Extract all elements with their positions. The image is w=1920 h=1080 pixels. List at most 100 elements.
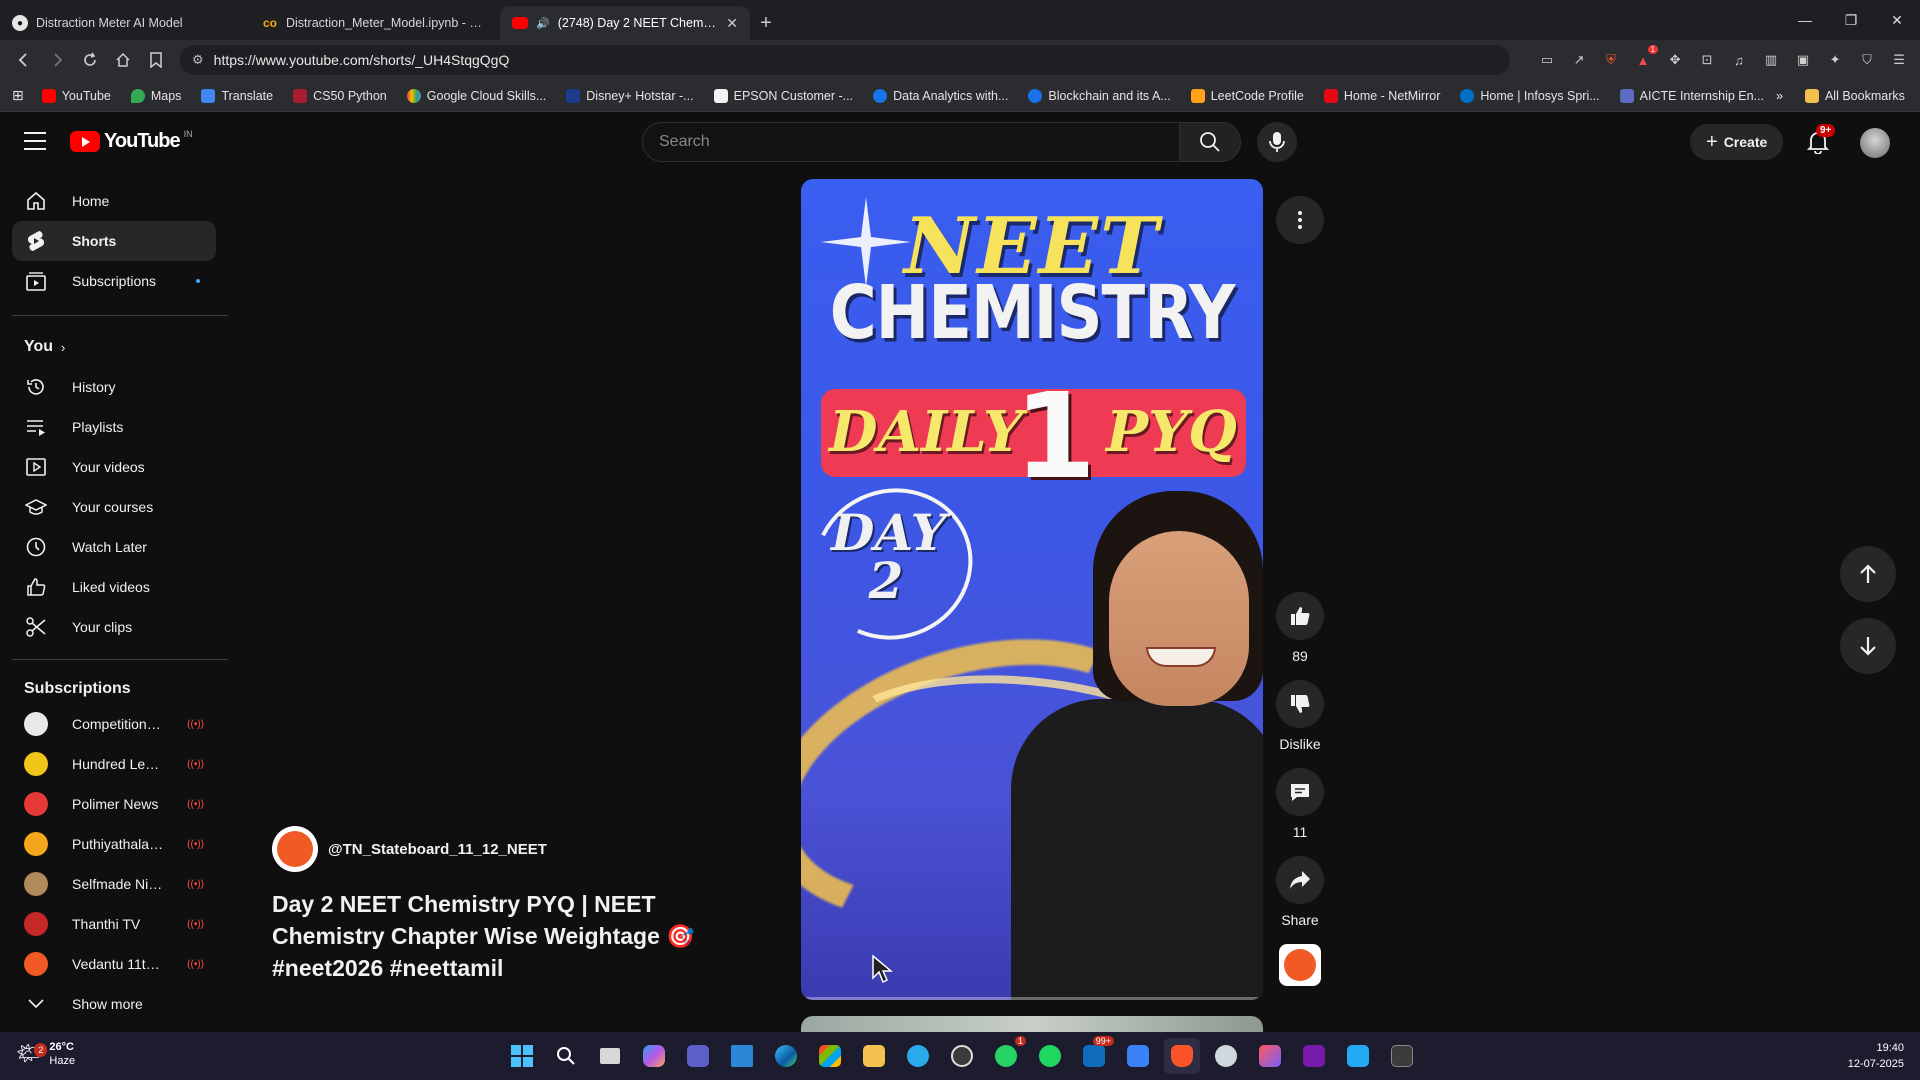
sidebar-item-your-clips[interactable]: Your clips xyxy=(12,607,216,647)
sidebar-item-your-courses[interactable]: Your courses xyxy=(12,487,216,527)
speaker-icon[interactable]: 🔊 xyxy=(536,17,550,30)
subscription-item[interactable]: Competition Wall... ((•)) xyxy=(12,704,216,744)
bookmark-leetcode[interactable]: LeetCode Profile xyxy=(1183,85,1312,107)
taskbar-brave[interactable] xyxy=(1164,1038,1200,1074)
taskbar-terminal[interactable] xyxy=(1384,1038,1420,1074)
sidebar-item-subscriptions[interactable]: Subscriptions xyxy=(12,261,216,301)
channel-handle[interactable]: @TN_Stateboard_11_12_NEET xyxy=(328,841,547,858)
sidebar-item-watch-later[interactable]: Watch Later xyxy=(12,527,216,567)
weather-widget[interactable]: 🌤 2 26°C Haze xyxy=(16,1040,75,1068)
url-bar[interactable]: ⚙ https://www.youtube.com/shorts/_UH4Stq… xyxy=(180,45,1511,75)
share-icon[interactable]: ↗ xyxy=(1568,49,1590,71)
more-bookmarks-icon[interactable]: » xyxy=(1776,89,1783,103)
channel-info[interactable]: @TN_Stateboard_11_12_NEET xyxy=(272,826,712,872)
browser-tab-2[interactable]: co Distraction_Meter_Model.ipynb - Col..… xyxy=(250,6,500,40)
subscription-item[interactable]: Hundred Learnin... ((•)) xyxy=(12,744,216,784)
taskbar-onenote[interactable] xyxy=(1296,1038,1332,1074)
subscription-item[interactable]: Puthiyathalaimur... ((•)) xyxy=(12,824,216,864)
cast-icon[interactable]: ▭ xyxy=(1536,49,1558,71)
comments-button[interactable] xyxy=(1276,768,1324,816)
browser-tab-1[interactable]: ● Distraction Meter AI Model xyxy=(0,6,250,40)
task-view-button[interactable] xyxy=(592,1038,628,1074)
bookmark-cs50[interactable]: CS50 Python xyxy=(285,85,395,107)
youtube-logo[interactable]: YouTube IN xyxy=(70,129,193,153)
subscription-item[interactable]: Polimer News ((•)) xyxy=(12,784,216,824)
hamburger-menu-icon[interactable] xyxy=(24,132,46,150)
back-button[interactable] xyxy=(10,46,37,74)
like-button[interactable] xyxy=(1276,592,1324,640)
close-window-button[interactable]: ✕ xyxy=(1874,0,1920,40)
subscription-item[interactable]: Thanthi TV ((•)) xyxy=(12,904,216,944)
sidebar-item-shorts[interactable]: Shorts xyxy=(12,221,216,261)
video-progress-bar[interactable] xyxy=(801,997,1263,1000)
leo-ai-icon[interactable]: ✦ xyxy=(1824,49,1846,71)
taskbar-media-player[interactable] xyxy=(944,1038,980,1074)
taskbar-todo[interactable] xyxy=(1120,1038,1156,1074)
more-options-button[interactable] xyxy=(1276,196,1324,244)
taskbar-telegram[interactable] xyxy=(900,1038,936,1074)
create-button[interactable]: + Create xyxy=(1690,124,1784,160)
taskbar-mail[interactable]: 99+ xyxy=(1076,1036,1114,1074)
taskbar-edge[interactable] xyxy=(768,1038,804,1074)
sidebar-item-playlists[interactable]: Playlists xyxy=(12,407,216,447)
menu-icon[interactable]: ☰ xyxy=(1888,49,1910,71)
taskbar-copilot[interactable] xyxy=(636,1038,672,1074)
notifications-button[interactable]: 9+ xyxy=(1802,124,1836,158)
account-avatar[interactable] xyxy=(1860,128,1890,158)
site-settings-icon[interactable]: ⚙ xyxy=(192,52,204,68)
you-section-header[interactable]: You › xyxy=(24,338,65,356)
sidebar-item-liked-videos[interactable]: Liked videos xyxy=(12,567,216,607)
bookmark-infosys[interactable]: Home | Infosys Spri... xyxy=(1452,85,1607,107)
taskbar-desktop[interactable] xyxy=(724,1038,760,1074)
dislike-button[interactable] xyxy=(1276,680,1324,728)
screenshot-icon[interactable]: ⊡ xyxy=(1696,49,1718,71)
minimize-button[interactable]: — xyxy=(1782,0,1828,40)
search-button[interactable] xyxy=(1179,122,1241,162)
search-input[interactable]: Search xyxy=(642,122,1182,162)
brave-shields-icon[interactable]: ⛨ xyxy=(1600,49,1622,71)
system-clock[interactable]: 19:40 12-07-2025 xyxy=(1848,1040,1904,1072)
vpn-icon[interactable]: ⛉ xyxy=(1856,49,1878,71)
music-icon[interactable]: ♫ xyxy=(1728,49,1750,71)
show-more-button[interactable]: Show more xyxy=(12,984,216,1024)
bookmark-maps[interactable]: Maps xyxy=(123,85,190,107)
brave-rewards-icon[interactable]: ▲ 1 xyxy=(1632,45,1659,71)
taskbar-file-explorer[interactable] xyxy=(856,1038,892,1074)
share-button[interactable] xyxy=(1276,856,1324,904)
channel-avatar[interactable] xyxy=(272,826,318,872)
close-tab-icon[interactable]: ✕ xyxy=(726,15,738,32)
bookmark-epson[interactable]: EPSON Customer -... xyxy=(706,85,861,107)
subscription-item[interactable]: Selfmade Ninja ... ((•)) xyxy=(12,864,216,904)
taskbar-whatsapp[interactable]: 1 xyxy=(988,1036,1026,1074)
voice-search-button[interactable] xyxy=(1257,122,1297,162)
taskbar-search-button[interactable] xyxy=(548,1038,584,1074)
extensions-icon[interactable]: ✥ xyxy=(1664,49,1686,71)
restore-button[interactable]: ❐ xyxy=(1828,0,1874,40)
taskbar-spotify[interactable] xyxy=(1032,1038,1068,1074)
taskbar-acrobat[interactable] xyxy=(1252,1038,1288,1074)
sidebar-item-history[interactable]: History xyxy=(12,367,216,407)
all-bookmarks-folder[interactable]: All Bookmarks xyxy=(1797,85,1913,107)
wallet-icon[interactable]: ▣ xyxy=(1792,49,1814,71)
previous-short-button[interactable] xyxy=(1840,546,1896,602)
apps-grid-icon[interactable]: ⊞ xyxy=(12,87,24,104)
next-short-button[interactable] xyxy=(1840,618,1896,674)
sidebar-item-your-videos[interactable]: Your videos xyxy=(12,447,216,487)
taskbar-vscode[interactable] xyxy=(1340,1038,1376,1074)
taskbar-store[interactable] xyxy=(812,1038,848,1074)
bookmark-google-cloud[interactable]: Google Cloud Skills... xyxy=(399,85,555,107)
bookmark-data-analytics[interactable]: Data Analytics with... xyxy=(865,85,1016,107)
taskbar-app-circle[interactable] xyxy=(1208,1038,1244,1074)
sidebar-icon[interactable]: ▥ xyxy=(1760,49,1782,71)
home-button[interactable] xyxy=(110,46,137,74)
bookmark-blockchain[interactable]: Blockchain and its A... xyxy=(1020,85,1178,107)
bookmark-aicte[interactable]: AICTE Internship En... xyxy=(1612,85,1772,107)
bookmark-hotstar[interactable]: Disney+ Hotstar -... xyxy=(558,85,701,107)
bookmark-translate[interactable]: Translate xyxy=(193,85,281,107)
channel-thumbnail-button[interactable] xyxy=(1279,944,1321,986)
bookmark-icon[interactable] xyxy=(143,46,170,74)
new-tab-button[interactable]: + xyxy=(750,6,782,40)
sidebar-item-home[interactable]: Home xyxy=(12,181,216,221)
bookmark-netmirror[interactable]: Home - NetMirror xyxy=(1316,85,1449,107)
browser-tab-3[interactable]: 🔊 (2748) Day 2 NEET Chemistry ✕ xyxy=(500,6,750,40)
